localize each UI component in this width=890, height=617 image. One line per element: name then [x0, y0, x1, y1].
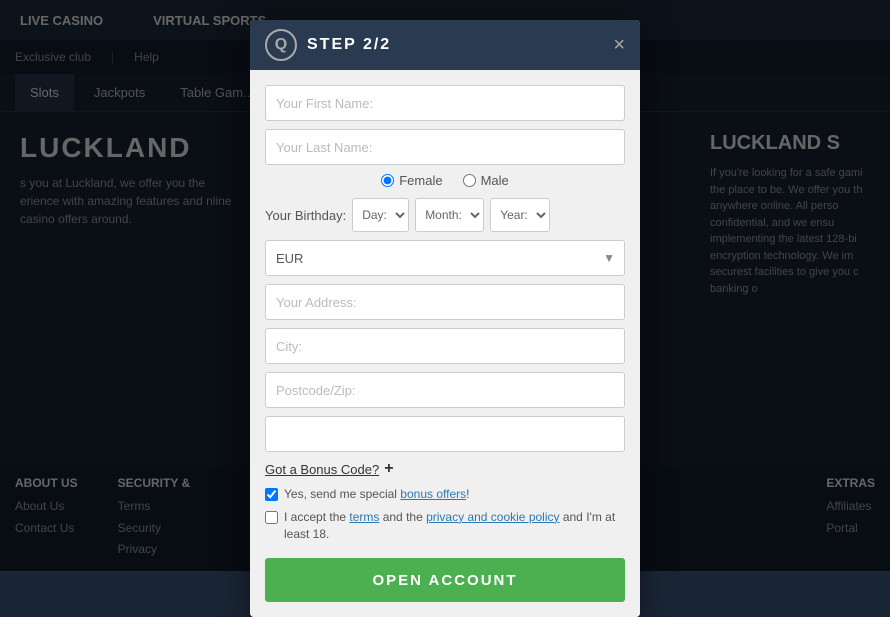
gender-male-text: Male: [481, 173, 509, 188]
modal-header-left: Q STEP 2/2: [265, 29, 391, 61]
currency-select-wrap: EUR USD GBP ▼: [265, 240, 625, 276]
bonus-code-text: Got a Bonus Code?: [265, 462, 379, 477]
city-input[interactable]: [265, 328, 625, 364]
postcode-input[interactable]: [265, 372, 625, 408]
plus-icon: +: [384, 460, 393, 478]
special-offers-checkbox[interactable]: [265, 488, 278, 501]
birthday-month-select[interactable]: Month:: [415, 198, 484, 232]
first-name-input[interactable]: [265, 85, 625, 121]
gender-male-label[interactable]: Male: [463, 173, 509, 188]
modal-title: STEP 2/2: [307, 36, 391, 54]
gender-female-label[interactable]: Female: [381, 173, 442, 188]
gender-female-text: Female: [399, 173, 442, 188]
terms-text-before: I accept the: [284, 510, 349, 524]
gender-male-radio[interactable]: [463, 174, 476, 187]
privacy-policy-link[interactable]: privacy and cookie policy: [426, 510, 559, 524]
address-input[interactable]: [265, 284, 625, 320]
modal-close-button[interactable]: ×: [613, 35, 625, 55]
currency-select[interactable]: EUR USD GBP: [265, 240, 625, 276]
special-offers-text-before: Yes, send me special: [284, 487, 400, 501]
last-name-input[interactable]: [265, 129, 625, 165]
terms-label[interactable]: I accept the terms and the privacy and c…: [284, 509, 625, 543]
birthday-label: Your Birthday:: [265, 208, 346, 223]
modal-overlay: Q STEP 2/2 × Female Male: [0, 0, 890, 571]
gender-radio-group: Female Male: [265, 173, 625, 188]
special-offers-text-after: !: [466, 487, 469, 501]
modal-header: Q STEP 2/2 ×: [250, 20, 640, 70]
open-account-button[interactable]: OPEN ACCOUNT: [265, 558, 625, 602]
terms-row: I accept the terms and the privacy and c…: [265, 509, 625, 543]
modal-logo: Q: [265, 29, 297, 61]
birthday-day-select[interactable]: Day:: [352, 198, 409, 232]
terms-text-middle: and the: [379, 510, 426, 524]
bonus-offers-link[interactable]: bonus offers: [400, 487, 466, 501]
registration-modal: Q STEP 2/2 × Female Male: [250, 20, 640, 617]
terms-link[interactable]: terms: [349, 510, 379, 524]
bonus-code-row[interactable]: Got a Bonus Code? +: [265, 460, 625, 478]
birthday-row: Your Birthday: Day: Month: Year:: [265, 198, 625, 232]
birthday-year-select[interactable]: Year:: [490, 198, 550, 232]
special-offers-row: Yes, send me special bonus offers!: [265, 486, 625, 503]
gender-female-radio[interactable]: [381, 174, 394, 187]
special-offers-label[interactable]: Yes, send me special bonus offers!: [284, 486, 469, 503]
extra-field-input[interactable]: [265, 416, 625, 452]
terms-checkbox[interactable]: [265, 511, 278, 524]
modal-body: Female Male Your Birthday: Day: Month: Y…: [250, 70, 640, 617]
